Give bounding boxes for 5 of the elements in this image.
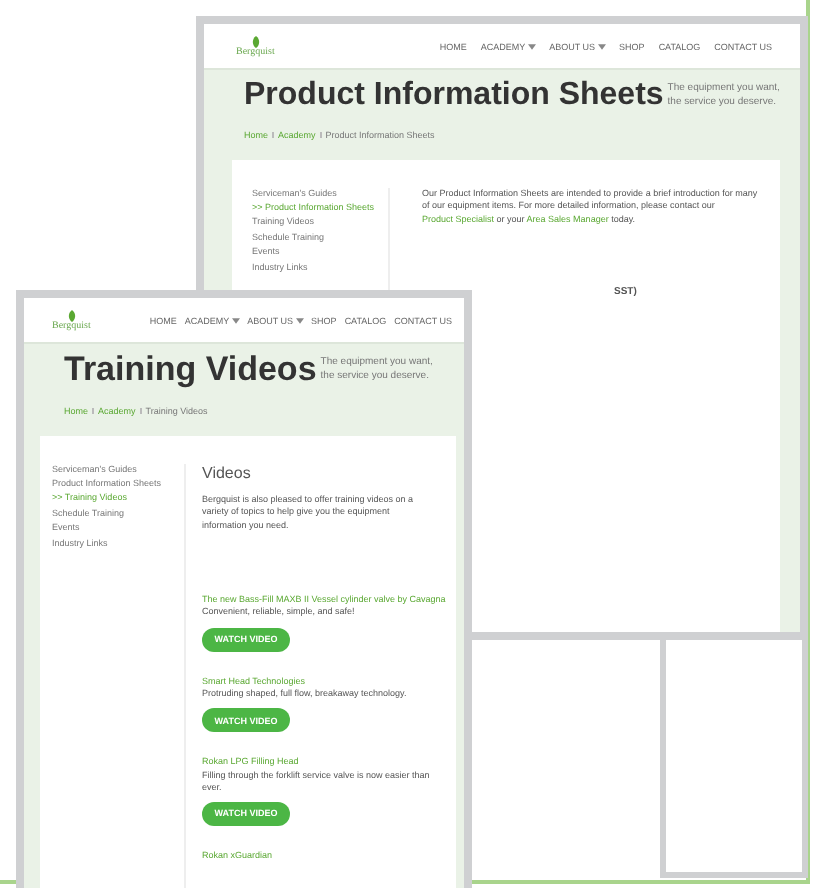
page-title: Training Videos xyxy=(64,352,317,390)
leaf-icon xyxy=(65,309,78,321)
leaf-icon xyxy=(249,35,262,47)
section-heading: Videos xyxy=(202,463,253,482)
page-title: Product Information Sheets xyxy=(244,78,664,114)
